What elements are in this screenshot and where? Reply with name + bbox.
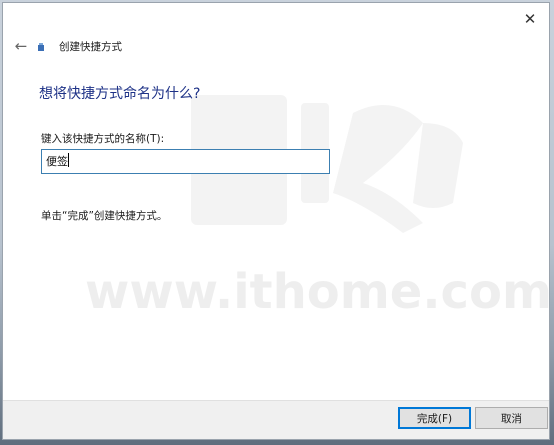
ithome-watermark: www.ithome.com (85, 95, 550, 320)
finish-button[interactable]: 完成(F) (398, 407, 471, 429)
text-caret (68, 153, 69, 167)
wizard-title: 创建快捷方式 (59, 41, 122, 53)
shortcut-name-value: 便签 (46, 155, 68, 168)
close-button[interactable]: ✕ (519, 9, 541, 29)
back-button[interactable]: ← (11, 37, 31, 55)
shortcut-wizard-icon (38, 43, 44, 51)
finish-hint: 单击“完成”创建快捷方式。 (41, 210, 168, 222)
cancel-button[interactable]: 取消 (475, 407, 548, 429)
wizard-header: ← 创建快捷方式 (3, 35, 549, 59)
watermark-text: www.ithome.com (85, 264, 550, 320)
close-icon: ✕ (523, 10, 537, 28)
button-bar: 完成(F) 取消 (3, 400, 549, 439)
shortcut-name-label: 键入该快捷方式的名称(T): (41, 133, 165, 145)
create-shortcut-window: www.ithome.com ✕ ← 创建快捷方式 想将快捷方式命名为什么? 键… (2, 2, 550, 440)
shortcut-name-input[interactable]: 便签 (41, 149, 330, 174)
page-heading: 想将快捷方式命名为什么? (39, 86, 201, 102)
back-arrow-icon: ← (14, 37, 28, 55)
